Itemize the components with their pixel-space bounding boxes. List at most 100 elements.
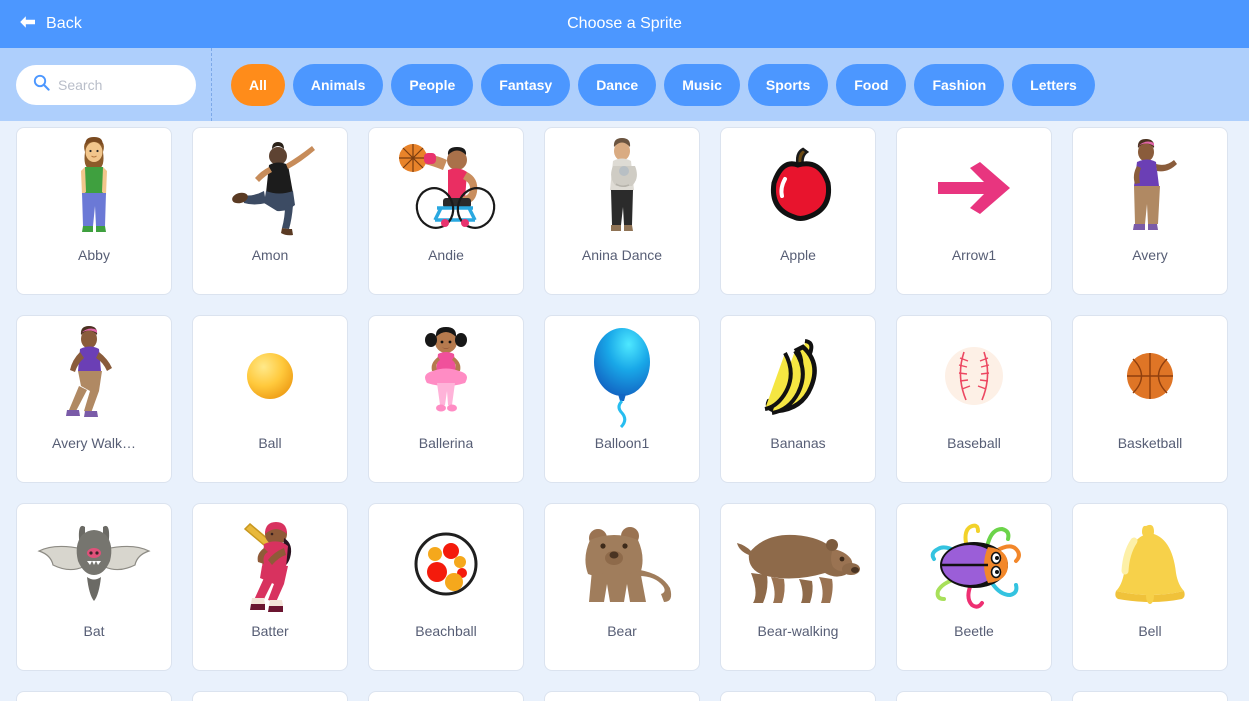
red-apple-icon — [721, 132, 875, 244]
sprite-label: Bat — [83, 623, 105, 639]
sprite-card-bell[interactable]: Bell — [1072, 503, 1228, 671]
sprite-grid: Abby Amon Andie Anina Dance Apple Arrow1… — [16, 127, 1233, 701]
sprite-card-amon[interactable]: Amon — [192, 127, 348, 295]
sprite-card-beachball[interactable]: Beachball — [368, 503, 524, 671]
tab-fantasy[interactable]: Fantasy — [481, 63, 571, 106]
sprite-label: Arrow1 — [951, 247, 997, 263]
sprite-card-batter[interactable]: Batter — [192, 503, 348, 671]
sprite-card-abby[interactable]: Abby — [16, 127, 172, 295]
yellow-bananas-icon — [721, 320, 875, 432]
grey-bat-wings-icon — [17, 508, 171, 620]
sprite-card-anina-dance[interactable]: Anina Dance — [544, 127, 700, 295]
sprite-label: Bear — [607, 623, 637, 639]
arrow-left-icon — [17, 14, 37, 35]
tab-label: Food — [854, 76, 889, 93]
tab-label: Fantasy — [499, 76, 553, 93]
tab-label: People — [409, 76, 456, 93]
girl-purple-shirt-icon — [1073, 132, 1227, 244]
sprite-label: Baseball — [947, 435, 1001, 451]
sprite-card-ballerina[interactable]: Ballerina — [368, 315, 524, 483]
sprite-label: Ball — [258, 435, 282, 451]
sprite-label: Apple — [780, 247, 816, 263]
sprite-label: Batter — [251, 623, 289, 639]
tab-dance[interactable]: Dance — [578, 63, 657, 106]
sprite-label: Ballerina — [418, 435, 474, 451]
tab-label: Dance — [596, 76, 639, 93]
teal-building-icon — [897, 696, 1051, 701]
tab-label: Letters — [1030, 76, 1077, 93]
tab-people[interactable]: People — [391, 63, 474, 106]
sprite-label: Anina Dance — [581, 247, 663, 263]
sprite-card-clipped-5[interactable] — [720, 691, 876, 701]
tab-label: Music — [682, 76, 722, 93]
basketball-icon — [1073, 320, 1227, 432]
sprite-card-arrow1[interactable]: Arrow1 — [896, 127, 1052, 295]
sprite-card-beetle[interactable]: Beetle — [896, 503, 1052, 671]
sprite-card-bananas[interactable]: Bananas — [720, 315, 876, 483]
sprite-card-clipped-6[interactable] — [896, 691, 1052, 701]
brown-bear-front-icon — [545, 508, 699, 620]
ballerina-pink-tutu-icon — [369, 320, 523, 432]
purple-orange-beetle-icon — [897, 508, 1051, 620]
sprite-card-andie[interactable]: Andie — [368, 127, 524, 295]
sprite-card-basketball[interactable]: Basketball — [1072, 315, 1228, 483]
tab-label: Sports — [765, 76, 811, 93]
tab-letters[interactable]: Letters — [1012, 63, 1095, 106]
tab-food[interactable]: Food — [836, 63, 907, 106]
search-icon — [33, 74, 50, 96]
sprite-card-avery-walking[interactable]: Avery Walk… — [16, 315, 172, 483]
person-grey-hoodie-icon — [545, 132, 699, 244]
filter-divider — [211, 48, 212, 121]
search-box[interactable] — [16, 64, 196, 105]
sprite-grid-scroll-area[interactable]: Abby Amon Andie Anina Dance Apple Arrow1… — [0, 121, 1249, 701]
sprite-card-bat[interactable]: Bat — [16, 503, 172, 671]
page-title: Choose a Sprite — [567, 15, 682, 32]
sprite-card-ball[interactable]: Ball — [192, 315, 348, 483]
baseball-icon — [897, 320, 1051, 432]
sprite-card-clipped-3[interactable] — [368, 691, 524, 701]
sprite-card-baseball[interactable]: Baseball — [896, 315, 1052, 483]
sprite-card-bear-walking[interactable]: Bear-walking — [720, 503, 876, 671]
pink-arrow-right-icon — [897, 132, 1051, 244]
blue-balloon-icon — [545, 320, 699, 432]
tab-all[interactable]: All — [231, 63, 285, 106]
sprite-label: Andie — [428, 247, 464, 263]
brown-bear-walking-icon — [721, 508, 875, 620]
sprite-card-avery[interactable]: Avery — [1072, 127, 1228, 295]
sprite-label: Basketball — [1117, 435, 1183, 451]
girl-walking-purple-icon — [17, 320, 171, 432]
sprite-card-clipped-4[interactable] — [544, 691, 700, 701]
sprite-card-balloon1[interactable]: Balloon1 — [544, 315, 700, 483]
tab-animals[interactable]: Animals — [292, 63, 384, 106]
broom-icon — [721, 696, 875, 701]
baseball-glove-icon — [17, 696, 171, 701]
sprite-label: Abby — [78, 247, 110, 263]
sprite-card-clipped-1[interactable] — [16, 691, 172, 701]
tab-sports[interactable]: Sports — [747, 63, 829, 106]
sprite-card-apple[interactable]: Apple — [720, 127, 876, 295]
sprite-card-clipped-7[interactable] — [1072, 691, 1228, 701]
search-input[interactable] — [58, 76, 184, 93]
sprite-label: Beetle — [954, 623, 994, 639]
tab-label: Animals — [310, 76, 366, 93]
butterfly-antennae-icon — [1073, 696, 1227, 701]
sprite-label: Bell — [1138, 623, 1162, 639]
sprite-label: Avery Walk… — [51, 435, 136, 451]
sprite-label: Bananas — [770, 435, 826, 451]
bread-loaf-icon — [545, 696, 699, 701]
tab-fashion[interactable]: Fashion — [914, 63, 1005, 106]
sprite-card-clipped-2[interactable] — [192, 691, 348, 701]
sprite-label: Avery — [1132, 247, 1168, 263]
sprite-card-bear[interactable]: Bear — [544, 503, 700, 671]
yellow-ball-icon — [193, 320, 347, 432]
sprite-label: Beachball — [415, 623, 477, 639]
green-bowtie-icon — [369, 696, 523, 701]
tab-music[interactable]: Music — [664, 63, 740, 106]
man-dancing-black-shirt-icon — [193, 132, 347, 244]
dialog-header: Back Choose a Sprite — [0, 0, 1249, 48]
category-tabs: All Animals People Fantasy Dance Music S… — [231, 63, 1249, 106]
wheelchair-basketball-player-icon — [369, 132, 523, 244]
back-button[interactable]: Back — [17, 14, 82, 35]
tab-label: All — [249, 76, 267, 93]
bowl-icon — [193, 696, 347, 701]
